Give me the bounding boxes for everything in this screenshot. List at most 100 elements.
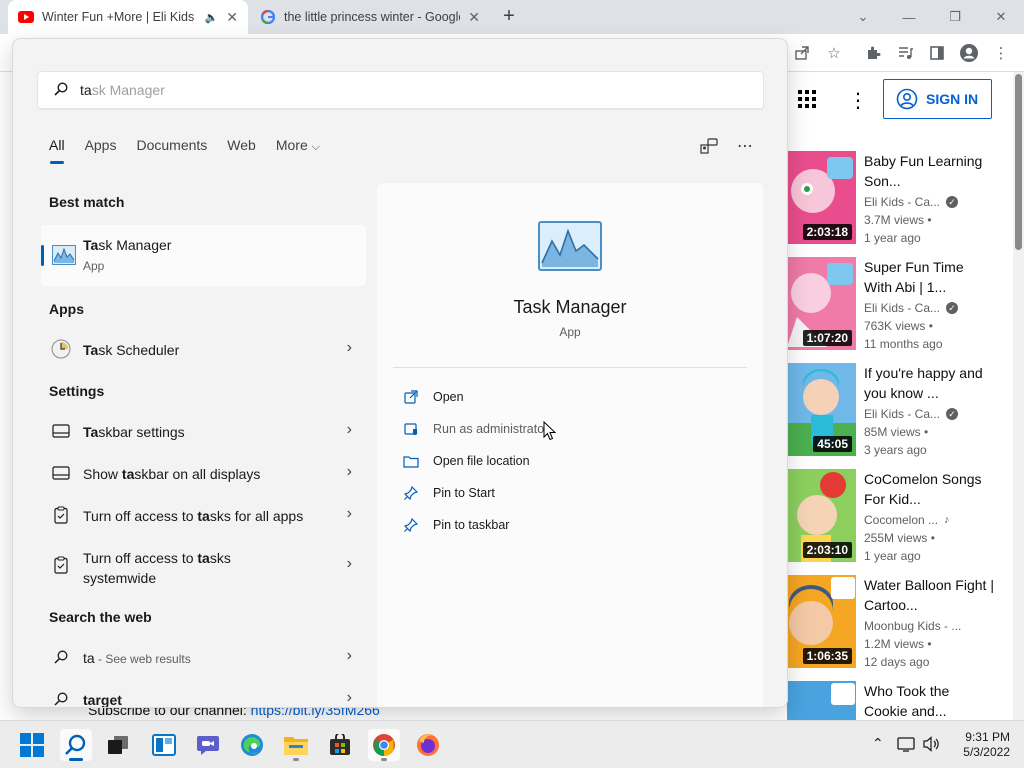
profile-icon[interactable]	[958, 42, 980, 64]
settings-dots-icon[interactable]: ⋮	[848, 88, 868, 113]
extensions-icon[interactable]	[862, 42, 884, 64]
task-view-button[interactable]	[102, 729, 134, 761]
chrome-icon	[373, 734, 395, 756]
widgets-button[interactable]	[148, 729, 180, 761]
result-show-taskbar-all-displays[interactable]: Show taskbar on all displays ›	[41, 453, 366, 493]
folder-icon	[403, 453, 419, 469]
teams-chat-button[interactable]	[192, 729, 224, 761]
video-thumbnail[interactable]	[787, 681, 856, 720]
result-turn-off-tasks-all-apps[interactable]: Turn off access to tasks for all apps ›	[41, 495, 366, 535]
chevron-right-icon[interactable]: ›	[347, 421, 352, 439]
minimize-button[interactable]: —	[886, 0, 932, 34]
tab-search-icon[interactable]: ⌄	[840, 0, 886, 34]
action-pin-to-start[interactable]: Pin to Start	[403, 481, 495, 505]
video-item[interactable]: 1:06:35 Water Balloon Fight | Cartoo... …	[787, 575, 1012, 671]
action-open[interactable]: Open	[403, 385, 464, 409]
best-match-task-manager[interactable]: Task Manager App	[41, 225, 366, 286]
network-icon[interactable]	[897, 736, 915, 755]
close-tab-icon[interactable]: ✕	[468, 9, 480, 26]
video-thumbnail[interactable]: 1:06:35	[787, 575, 856, 668]
tab-documents[interactable]: Documents	[136, 137, 207, 161]
video-thumbnail[interactable]: 2:03:10	[787, 469, 856, 562]
tab-web[interactable]: Web	[227, 137, 256, 161]
chevron-right-icon[interactable]: ›	[347, 555, 352, 573]
video-channel[interactable]: Eli Kids - Ca... ✓	[864, 407, 959, 421]
video-views: 1.2M views •	[864, 637, 932, 651]
taskbar-clock[interactable]: 9:31 PM 5/3/2022	[950, 730, 1010, 760]
chevron-right-icon[interactable]: ›	[347, 505, 352, 523]
video-title[interactable]: Who Took the Cookie and...	[864, 681, 994, 720]
share-icon[interactable]	[791, 42, 813, 64]
result-web-target[interactable]: target ›	[41, 679, 366, 707]
close-window-button[interactable]: ✕	[978, 0, 1024, 34]
bookmark-star-icon[interactable]: ☆	[823, 42, 845, 64]
restore-button[interactable]: ❐	[932, 0, 978, 34]
search-icon	[51, 689, 71, 707]
action-label: Run as administrator	[433, 422, 549, 436]
result-turn-off-tasks-systemwide[interactable]: Turn off access to tasks systemwide ›	[41, 537, 366, 593]
video-item[interactable]: 2:03:10 CoComelon Songs For Kid... Cocom…	[787, 469, 1012, 565]
tab-more[interactable]: More ⌵	[276, 137, 320, 161]
video-thumbnail[interactable]: 2:03:18	[787, 151, 856, 244]
video-item[interactable]: 1:07:20 Super Fun Time With Abi | 1... E…	[787, 257, 1012, 353]
browser-menu-icon[interactable]: ⋮	[990, 42, 1012, 64]
tab-google[interactable]: the little princess winter - Google ✕	[250, 0, 490, 34]
search-taskbar-button[interactable]	[60, 729, 92, 761]
video-thumbnail[interactable]: 1:07:20	[787, 257, 856, 350]
chevron-right-icon[interactable]: ›	[347, 647, 352, 665]
tab-title: the little princess winter - Google	[284, 10, 461, 24]
microsoft-store-button[interactable]	[324, 729, 356, 761]
video-title[interactable]: Water Balloon Fight | Cartoo...	[864, 575, 994, 615]
video-thumbnail[interactable]: 45:05	[787, 363, 856, 456]
apps-grid-icon[interactable]	[798, 90, 816, 111]
detail-divider	[393, 367, 747, 368]
chevron-right-icon[interactable]: ›	[347, 689, 352, 707]
video-channel[interactable]: Eli Kids - Ca... ✓	[864, 301, 959, 315]
video-item[interactable]: 2:03:18 Baby Fun Learning Son... Eli Kid…	[787, 151, 1012, 247]
video-title[interactable]: Super Fun Time With Abi | 1...	[864, 257, 994, 297]
action-open-file-location[interactable]: Open file location	[403, 449, 530, 473]
audio-icon[interactable]: 🔈	[205, 11, 219, 24]
clock-date: 5/3/2022	[963, 745, 1010, 759]
media-control-icon[interactable]	[894, 42, 916, 64]
tab-apps[interactable]: Apps	[85, 137, 117, 161]
account-icon	[896, 88, 918, 110]
result-taskbar-settings[interactable]: Taskbar settings ›	[41, 411, 366, 451]
chevron-right-icon[interactable]: ›	[347, 463, 352, 481]
volume-icon[interactable]	[922, 736, 940, 755]
search-input[interactable]: ta sk Manager	[37, 71, 764, 110]
new-tab-button[interactable]: +	[498, 6, 520, 28]
scrollbar-thumb[interactable]	[1015, 74, 1022, 250]
chevron-right-icon[interactable]: ›	[347, 339, 352, 357]
video-item[interactable]: Who Took the Cookie and...	[787, 681, 1012, 720]
channel-name: Moonbug Kids - ...	[864, 619, 962, 633]
video-channel[interactable]: Cocomelon ... ♪	[864, 513, 950, 527]
file-explorer-button[interactable]	[280, 729, 312, 761]
start-button[interactable]	[16, 729, 48, 761]
chrome-browser-button[interactable]	[368, 729, 400, 761]
account-switch-icon[interactable]	[697, 135, 721, 157]
video-channel[interactable]: Moonbug Kids - ...	[864, 619, 961, 633]
video-title[interactable]: If you're happy and you know ...	[864, 363, 994, 403]
video-channel[interactable]: Eli Kids - Ca... ✓	[864, 195, 959, 209]
close-tab-icon[interactable]: ✕	[226, 9, 238, 26]
side-panel-icon[interactable]	[926, 42, 948, 64]
action-pin-to-taskbar[interactable]: Pin to taskbar	[403, 513, 509, 537]
firefox-browser-button[interactable]	[412, 729, 444, 761]
video-title[interactable]: CoComelon Songs For Kid...	[864, 469, 994, 509]
show-hidden-icons-chevron-icon[interactable]: ⌃	[872, 735, 884, 752]
video-item[interactable]: 45:05 If you're happy and you know ... E…	[787, 363, 1012, 459]
video-title[interactable]: Baby Fun Learning Son...	[864, 151, 994, 191]
more-options-icon[interactable]: ⋯	[733, 135, 757, 157]
detail-pane: Task Manager App Open Run as administrat…	[377, 183, 763, 707]
result-task-scheduler[interactable]: Task Scheduler ›	[41, 329, 366, 369]
action-run-as-administrator[interactable]: Run as administrator	[403, 417, 548, 441]
result-web-ta[interactable]: ta - See web results ›	[41, 637, 366, 677]
result-label: Task Scheduler	[83, 342, 180, 358]
edge-browser-button[interactable]	[236, 729, 268, 761]
sign-in-button[interactable]: SIGN IN	[883, 79, 992, 119]
tab-all[interactable]: All	[49, 137, 65, 164]
action-label: Open file location	[433, 454, 530, 468]
tab-youtube[interactable]: Winter Fun +More | Eli Kids 🔈 ✕	[8, 0, 248, 34]
page-scrollbar[interactable]	[1013, 72, 1024, 720]
